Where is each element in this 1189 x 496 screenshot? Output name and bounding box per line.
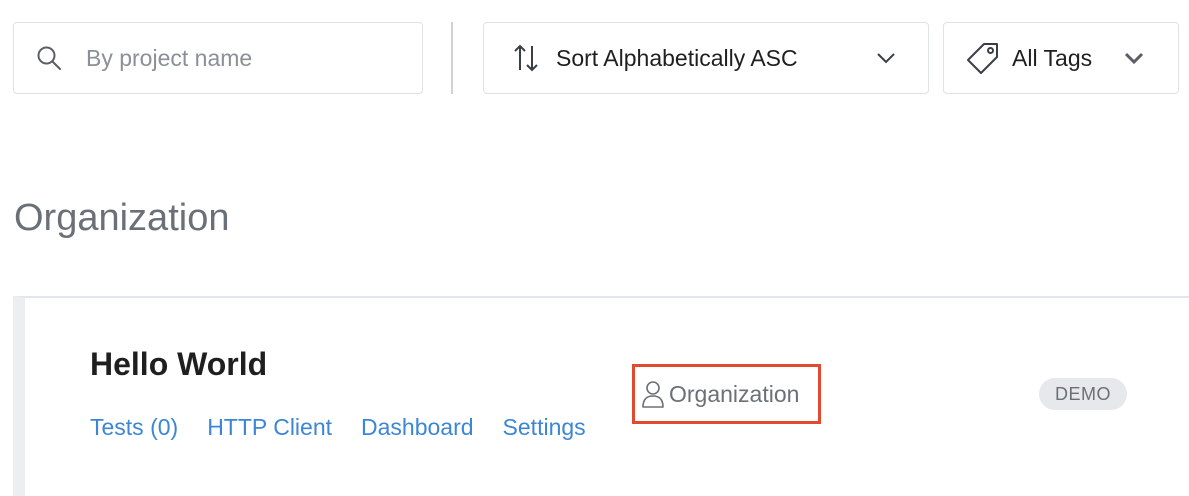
project-link-settings[interactable]: Settings [503, 411, 586, 443]
filter-toolbar: Sort Alphabetically ASC All Tags [0, 0, 1189, 110]
user-icon [640, 379, 666, 409]
tags-dropdown-label: All Tags [1012, 44, 1093, 71]
project-link-tests[interactable]: Tests (0) [90, 411, 178, 443]
search-icon [36, 45, 62, 71]
project-name[interactable]: Hello World [90, 344, 267, 384]
chevron-down-icon [1122, 46, 1146, 70]
project-owner[interactable]: Organization [632, 364, 821, 424]
sort-dropdown[interactable]: Sort Alphabetically ASC [483, 22, 929, 94]
project-links: Tests (0) HTTP Client Dashboard Settings [90, 411, 586, 443]
search-input[interactable] [84, 43, 404, 73]
sort-icon [510, 42, 542, 74]
project-link-dashboard[interactable]: Dashboard [361, 411, 474, 443]
toolbar-divider [451, 22, 453, 94]
section-title: Organization [14, 197, 230, 239]
project-owner-label: Organization [669, 380, 800, 407]
project-link-http-client[interactable]: HTTP Client [207, 411, 332, 443]
demo-badge: DEMO [1039, 378, 1127, 410]
search-box[interactable] [13, 22, 423, 94]
tag-icon [966, 41, 1000, 75]
tags-dropdown[interactable]: All Tags [943, 22, 1179, 94]
sort-dropdown-label: Sort Alphabetically ASC [556, 44, 798, 71]
chevron-down-icon [874, 46, 898, 70]
project-card: Hello World Tests (0) HTTP Client Dashbo… [13, 296, 1189, 496]
